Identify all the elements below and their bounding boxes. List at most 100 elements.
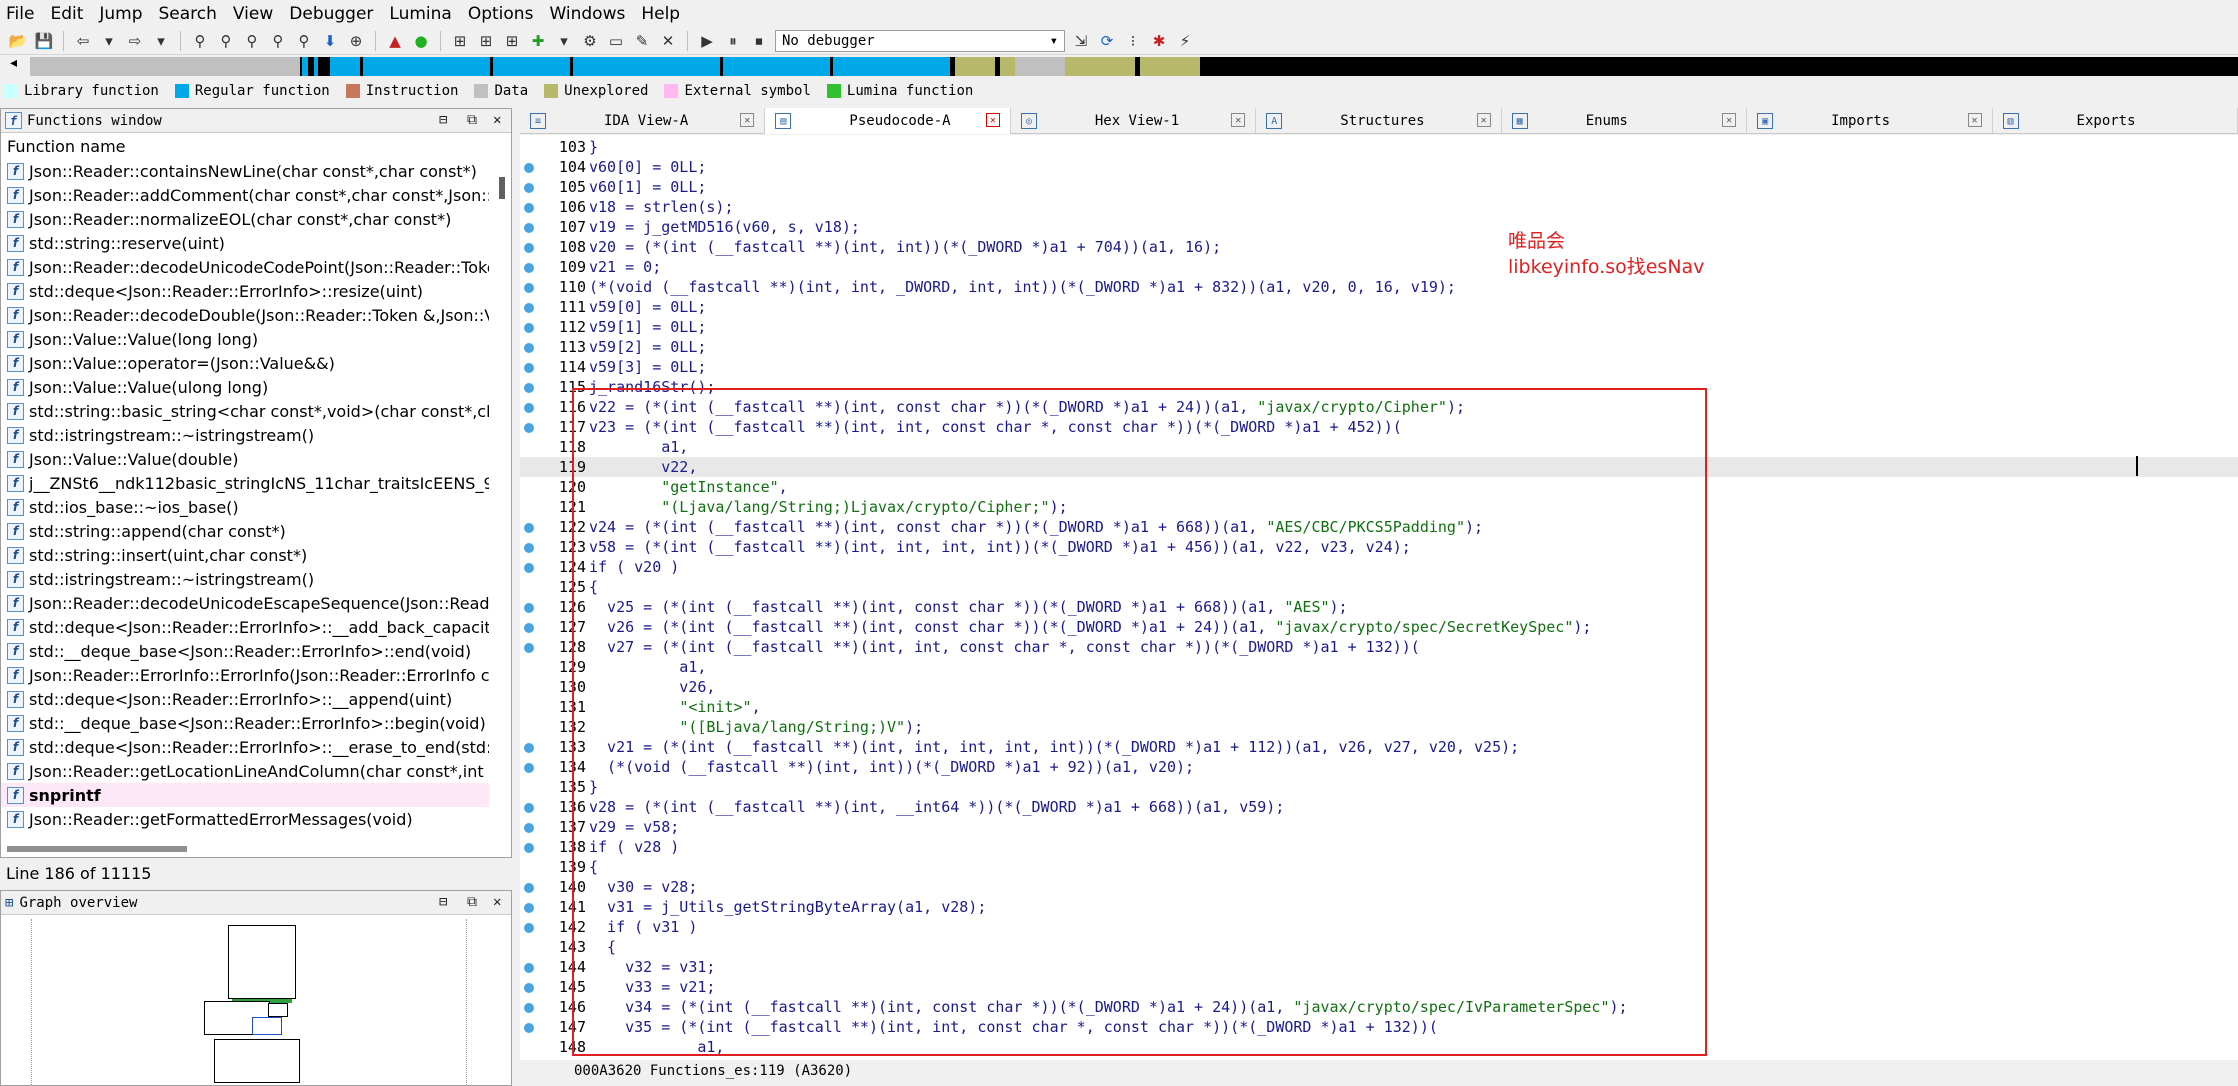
navigation-strip[interactable] (30, 57, 2238, 76)
patch-icon[interactable]: ⊕ (346, 31, 366, 51)
function-list-item[interactable]: f Json::Reader::containsNewLine(char cons… (1, 159, 489, 183)
menu-windows[interactable]: Windows (543, 4, 635, 24)
function-list-item[interactable]: f std::istringstream::~istringstream() (1, 423, 489, 447)
stop-icon[interactable]: ⏹ (749, 31, 769, 51)
dropdown-arrow-icon[interactable]: ▾ (554, 31, 574, 51)
breakpoint-dot-icon[interactable] (524, 763, 534, 773)
breakpoint-dot-icon[interactable] (524, 423, 534, 433)
tab-close-icon[interactable]: ✕ (1967, 113, 1982, 127)
tab-exports[interactable]: ▥ Exports (1993, 108, 2238, 134)
function-list-item[interactable]: f Json::Reader::decodeUnicodeCodePoint(Js… (1, 255, 489, 279)
trace-icon[interactable]: ✱ (1149, 31, 1169, 51)
tab-structures[interactable]: A Structures ✕ (1256, 108, 1502, 134)
function-list-item[interactable]: f Json::Reader::getFormattedErrorMessages… (1, 807, 489, 831)
breakpoint-dot-icon[interactable] (524, 1023, 534, 1033)
function-list-item[interactable]: f std::istringstream::~istringstream() (1, 567, 489, 591)
menu-debugger[interactable]: Debugger (283, 4, 383, 24)
code-line[interactable]: 112 v59[1] = 0LL; (520, 317, 2238, 337)
call-graph-icon[interactable]: ⊞ (476, 31, 496, 51)
breakpoint-dot-icon[interactable] (524, 363, 534, 373)
function-list-item[interactable]: f std::__deque_base<Json::Reader::ErrorIn… (1, 711, 489, 735)
function-list-item[interactable]: f std::string::basic_string<char const*,v… (1, 399, 489, 423)
code-text[interactable]: v59[0] = 0LL; (589, 297, 706, 317)
function-list-item[interactable]: f Json::Reader::getLocationLineAndColumn(… (1, 759, 489, 783)
jump-down-arrow-icon[interactable]: ⬇ (320, 31, 340, 51)
breakpoint-dot-icon[interactable] (524, 903, 534, 913)
code-text[interactable]: v60[0] = 0LL; (589, 157, 706, 177)
breakpoint-dot-icon[interactable] (524, 923, 534, 933)
tab-close-icon[interactable]: ✕ (1231, 113, 1246, 127)
tab-close-icon[interactable]: ✕ (1476, 113, 1491, 127)
code-text[interactable]: } (589, 137, 598, 157)
code-line[interactable]: 104 v60[0] = 0LL; (520, 157, 2238, 177)
function-list-item[interactable]: f Json::Value::Value(long long) (1, 327, 489, 351)
function-list-item[interactable]: f std::string::insert(uint,char const*) (1, 543, 489, 567)
code-text[interactable]: v21 = 0; (589, 257, 661, 277)
forward-arrow-icon[interactable]: ⇨ (125, 31, 145, 51)
code-line[interactable]: 113 v59[2] = 0LL; (520, 337, 2238, 357)
menu-search[interactable]: Search (153, 4, 227, 24)
enum-icon[interactable]: ▭ (606, 31, 626, 51)
nav-left-arrow-icon[interactable]: ◂ (10, 55, 17, 71)
breakpoint-dot-icon[interactable] (524, 343, 534, 353)
function-list-item[interactable]: f std::deque<Json::Reader::ErrorInfo>::re… (1, 279, 489, 303)
code-line[interactable]: 105 v60[1] = 0LL; (520, 177, 2238, 197)
back-arrow-icon[interactable]: ⇦ (73, 31, 93, 51)
tab-close-icon[interactable]: ✕ (740, 113, 755, 127)
step-over-icon[interactable]: ⟳ (1097, 31, 1117, 51)
plus-dropdown-icon[interactable]: ✚ (528, 31, 548, 51)
breakpoint-list-icon[interactable]: ⁝ (1123, 31, 1143, 51)
code-text[interactable]: v59[3] = 0LL; (589, 357, 706, 377)
code-line[interactable]: 111 v59[0] = 0LL; (520, 297, 2238, 317)
code-text[interactable]: v59[2] = 0LL; (589, 337, 706, 357)
function-list-item[interactable]: f Json::Reader::normalizeEOL(char const*,… (1, 207, 489, 231)
code-line[interactable]: 103} (520, 137, 2238, 157)
menu-jump[interactable]: Jump (93, 4, 152, 24)
function-list-item[interactable]: f std::deque<Json::Reader::ErrorInfo>::__… (1, 735, 489, 759)
panel-float-icon[interactable]: ⧉ (467, 112, 477, 128)
tab-close-icon[interactable]: ✕ (985, 113, 1000, 127)
xref-graph-icon[interactable]: ⊞ (450, 31, 470, 51)
breakpoint-dot-icon[interactable] (524, 243, 534, 253)
breakpoint-dot-icon[interactable] (524, 843, 534, 853)
breakpoint-dot-icon[interactable] (524, 523, 534, 533)
function-list-item[interactable]: f std::__deque_base<Json::Reader::ErrorIn… (1, 639, 489, 663)
breakpoint-dot-icon[interactable] (524, 743, 534, 753)
menu-options[interactable]: Options (462, 4, 544, 24)
breakpoint-dot-icon[interactable] (524, 183, 534, 193)
breakpoint-dot-icon[interactable] (524, 303, 534, 313)
code-line[interactable]: 114 v59[3] = 0LL; (520, 357, 2238, 377)
navigation-band[interactable]: ◂ (0, 55, 2238, 78)
close-x-icon[interactable]: ✕ (658, 31, 678, 51)
structure-icon[interactable]: ⚙ (580, 31, 600, 51)
menu-view[interactable]: View (227, 4, 283, 24)
function-list-item[interactable]: f Json::Value::Value(double) (1, 447, 489, 471)
breakpoint-dot-icon[interactable] (524, 983, 534, 993)
function-list-item[interactable]: f Json::Reader::decodeDouble(Json::Reader… (1, 303, 489, 327)
breakpoint-dot-icon[interactable] (524, 163, 534, 173)
menu-lumina[interactable]: Lumina (383, 4, 461, 24)
breakpoint-dot-icon[interactable] (524, 603, 534, 613)
binary-search-icon[interactable]: ⚲ (190, 31, 210, 51)
pause-icon[interactable]: ⏸ (723, 31, 743, 51)
function-name-column-header[interactable]: Function name (1, 133, 511, 159)
breakpoint-dot-icon[interactable] (524, 203, 534, 213)
breakpoint-dot-icon[interactable] (524, 823, 534, 833)
tab-ida-view-a[interactable]: ≡ IDA View-A ✕ (520, 108, 766, 134)
tab-pseudocode-a[interactable]: ▤ Pseudocode-A ✕ (765, 108, 1011, 134)
function-list-item[interactable]: f j__ZNSt6__ndk112basic_stringIcNS_11char… (1, 471, 489, 495)
tab-enums[interactable]: ▦ Enums ✕ (1502, 108, 1748, 134)
search-code-icon[interactable]: ⚲ (294, 31, 314, 51)
breakpoint-dot-icon[interactable] (524, 323, 534, 333)
function-list-item[interactable]: f std::string::append(char const*) (1, 519, 489, 543)
code-text[interactable]: v60[1] = 0LL; (589, 177, 706, 197)
function-list-item[interactable]: f Json::Reader::addComment(char const*,ch… (1, 183, 489, 207)
menu-help[interactable]: Help (635, 4, 690, 24)
graph-icon[interactable]: ▲ (385, 31, 405, 51)
tab-hex-view-1[interactable]: ◎ Hex View-1 ✕ (1011, 108, 1257, 134)
edit-function-icon[interactable]: ✎ (632, 31, 652, 51)
functions-horizontal-scrollbar[interactable] (7, 846, 187, 852)
dropdown-arrow-icon[interactable]: ▾ (99, 31, 119, 51)
breakpoint-dot-icon[interactable] (524, 543, 534, 553)
code-text[interactable]: (*(void (__fastcall **)(int, int, _DWORD… (589, 277, 1456, 297)
